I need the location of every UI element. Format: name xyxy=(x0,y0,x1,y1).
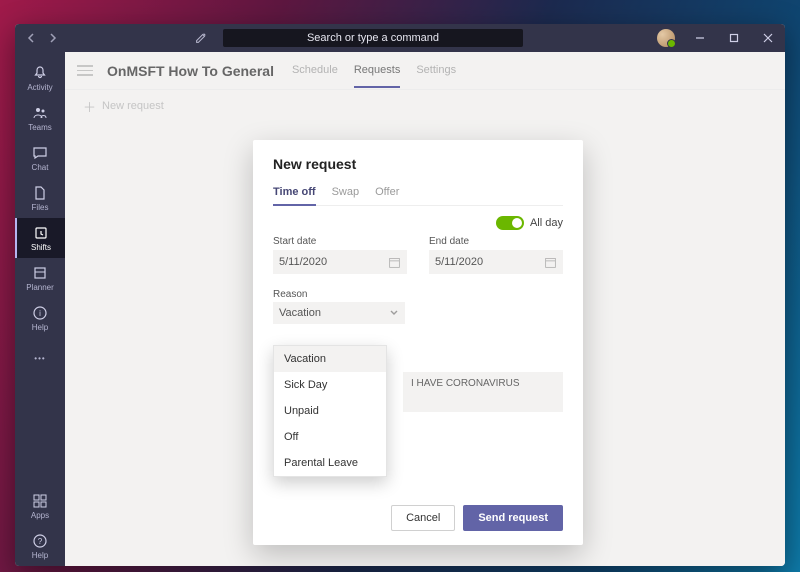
all-day-toggle[interactable] xyxy=(496,216,524,230)
reason-option-vacation[interactable]: Vacation xyxy=(274,346,386,372)
start-date-input[interactable]: 5/11/2020 xyxy=(273,250,407,274)
modal-title: New request xyxy=(273,156,563,172)
rail-label: Help xyxy=(32,551,48,560)
more-icon: ••• xyxy=(31,349,49,367)
rail-label: Activity xyxy=(27,83,52,92)
note-input[interactable]: I HAVE CORONAVIRUS xyxy=(403,372,563,412)
rail-label: Teams xyxy=(28,123,52,132)
left-rail: Activity Teams Chat Files Shifts xyxy=(15,52,65,566)
reason-option-off[interactable]: Off xyxy=(274,424,386,450)
rail-item-planner[interactable]: Planner xyxy=(15,258,65,298)
chevron-down-icon xyxy=(389,308,399,318)
tab-settings[interactable]: Settings xyxy=(416,54,456,88)
titlebar: Search or type a command xyxy=(15,24,785,52)
teams-icon xyxy=(31,104,49,122)
reason-selected: Vacation xyxy=(279,307,321,319)
cancel-button[interactable]: Cancel xyxy=(391,505,455,531)
rail-item-chat[interactable]: Chat xyxy=(15,138,65,178)
minimize-button[interactable] xyxy=(683,24,717,52)
reason-option-parental-leave[interactable]: Parental Leave xyxy=(274,450,386,476)
calendar-icon xyxy=(544,256,557,269)
rail-item-help[interactable]: ? Help xyxy=(15,526,65,566)
reason-select[interactable]: Vacation xyxy=(273,302,405,324)
planner-icon xyxy=(31,264,49,282)
svg-text:?: ? xyxy=(38,537,43,546)
reason-option-sick-day[interactable]: Sick Day xyxy=(274,372,386,398)
end-date-value: 5/11/2020 xyxy=(435,256,483,268)
tab-swap[interactable]: Swap xyxy=(332,182,360,205)
close-button[interactable] xyxy=(751,24,785,52)
info-icon: i xyxy=(31,304,49,322)
rail-item-teams[interactable]: Teams xyxy=(15,98,65,138)
rail-item-more[interactable]: ••• xyxy=(15,338,65,378)
rail-label: Help xyxy=(32,323,48,332)
desktop-background: Search or type a command Activity Teams xyxy=(0,0,800,572)
tab-time-off[interactable]: Time off xyxy=(273,182,316,206)
start-date-label: Start date xyxy=(273,236,407,247)
content-area: OnMSFT How To General Schedule Requests … xyxy=(65,52,785,566)
rail-label: Shifts xyxy=(31,243,51,252)
tab-offer[interactable]: Offer xyxy=(375,182,399,205)
apps-icon xyxy=(31,492,49,510)
tab-schedule[interactable]: Schedule xyxy=(292,54,338,88)
chat-icon xyxy=(31,144,49,162)
calendar-icon xyxy=(388,256,401,269)
new-request-modal: New request Time off Swap Offer All day … xyxy=(253,140,583,545)
send-request-button[interactable]: Send request xyxy=(463,505,563,531)
app-window: Search or type a command Activity Teams xyxy=(15,24,785,566)
tab-requests[interactable]: Requests xyxy=(354,54,400,88)
reason-option-unpaid[interactable]: Unpaid xyxy=(274,398,386,424)
maximize-button[interactable] xyxy=(717,24,751,52)
rail-item-files[interactable]: Files xyxy=(15,178,65,218)
files-icon xyxy=(31,184,49,202)
rail-label: Planner xyxy=(26,283,54,292)
compose-icon[interactable] xyxy=(193,30,209,46)
all-day-label: All day xyxy=(530,217,563,229)
forward-button[interactable] xyxy=(45,31,59,45)
start-date-value: 5/11/2020 xyxy=(279,256,327,268)
rail-item-shifts[interactable]: Shifts xyxy=(15,218,65,258)
hamburger-button[interactable] xyxy=(77,65,93,76)
rail-label: Files xyxy=(32,203,49,212)
content-header: OnMSFT How To General Schedule Requests … xyxy=(65,52,785,90)
reason-dropdown: Vacation Sick Day Unpaid Off Parental Le… xyxy=(273,345,387,477)
avatar[interactable] xyxy=(657,29,675,47)
end-date-input[interactable]: 5/11/2020 xyxy=(429,250,563,274)
shifts-icon xyxy=(32,224,50,242)
back-button[interactable] xyxy=(25,31,39,45)
reason-label: Reason xyxy=(273,289,307,300)
plus-icon[interactable]: ＋ xyxy=(83,97,96,116)
new-request-link[interactable]: New request xyxy=(102,100,164,112)
rail-item-help-mid[interactable]: i Help xyxy=(15,298,65,338)
page-title: OnMSFT How To General xyxy=(107,63,274,79)
end-date-label: End date xyxy=(429,236,563,247)
bell-icon xyxy=(31,64,49,82)
search-input[interactable]: Search or type a command xyxy=(223,29,523,47)
rail-label: Apps xyxy=(31,511,49,520)
toolbar: ＋ New request xyxy=(65,90,785,122)
help-icon: ? xyxy=(31,532,49,550)
rail-item-apps[interactable]: Apps xyxy=(15,486,65,526)
svg-text:i: i xyxy=(39,309,41,318)
rail-item-activity[interactable]: Activity xyxy=(15,58,65,98)
rail-label: Chat xyxy=(32,163,49,172)
